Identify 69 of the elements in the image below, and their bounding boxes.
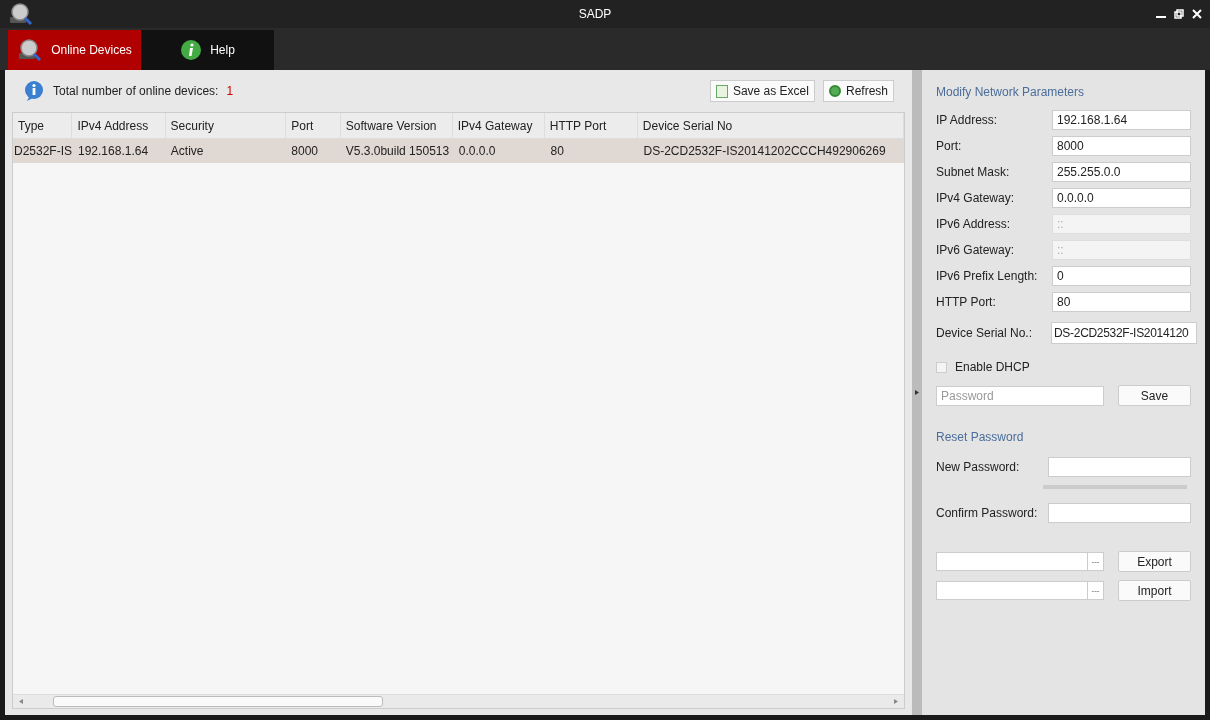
horizontal-scrollbar[interactable] bbox=[13, 694, 904, 708]
field-label: IPv4 Gateway: bbox=[936, 190, 1015, 207]
scroll-right-icon[interactable] bbox=[894, 699, 898, 704]
input-field[interactable] bbox=[1048, 457, 1191, 477]
table-cell-text: V5.3.0build 150513 bbox=[344, 143, 451, 160]
scrollbar-thumb[interactable] bbox=[53, 696, 383, 707]
close-icon[interactable] bbox=[1192, 9, 1202, 19]
table-row[interactable]: D2532F-IS 192.168.1.64 Active 8000 V5.3.0build 150513 0.0.0.0 80 DS-2CD2532F-IS20141202CCCH492906269 bbox=[13, 139, 904, 163]
file-button[interactable]: Import bbox=[1118, 580, 1191, 601]
table-cell-text: DS-2CD2532F-IS20141202CCCH492906269 bbox=[642, 143, 887, 160]
refresh-icon bbox=[828, 85, 841, 97]
checkbox[interactable] bbox=[936, 361, 947, 373]
input-field[interactable]: 80 bbox=[1052, 292, 1191, 312]
field-label: IPv6 Gateway: bbox=[936, 242, 1015, 259]
window-title: SADP bbox=[577, 6, 613, 23]
spreadsheet-icon bbox=[715, 84, 728, 98]
expand-icon[interactable] bbox=[915, 390, 919, 395]
tab[interactable]: Online Devices bbox=[8, 30, 141, 70]
table-cell-text: 80 bbox=[549, 143, 565, 160]
column-header[interactable]: Device Serial No bbox=[637, 113, 904, 138]
table-cell-text: 192.168.1.64 bbox=[77, 143, 150, 160]
input-field[interactable]: 255.255.0.0 bbox=[1052, 162, 1191, 182]
input-field[interactable]: 0 bbox=[1052, 266, 1191, 286]
toolbar-button[interactable]: Refresh bbox=[822, 80, 894, 102]
field-label: New Password: bbox=[936, 459, 1020, 476]
field-label: Subnet Mask: bbox=[936, 164, 1010, 181]
field-label: Device Serial No.: bbox=[936, 325, 1033, 342]
save-button[interactable]: Save bbox=[1118, 385, 1191, 406]
column-header[interactable]: Port bbox=[286, 113, 341, 138]
input-field[interactable]: 8000 bbox=[1052, 136, 1191, 156]
checkbox-label: Enable DHCP bbox=[955, 359, 1030, 376]
table-cell-text: 0.0.0.0 bbox=[457, 143, 497, 160]
app-logo-icon bbox=[8, 2, 34, 26]
column-header[interactable]: Software Version bbox=[340, 113, 453, 138]
file-button[interactable]: Export bbox=[1118, 551, 1191, 572]
column-header[interactable]: IPv4 Address bbox=[72, 113, 166, 138]
column-header[interactable]: HTTP Port bbox=[544, 113, 638, 138]
field-label: HTTP Port: bbox=[936, 294, 996, 311]
section-title: Modify Network Parameters bbox=[936, 84, 1086, 101]
column-header[interactable]: Security bbox=[165, 113, 287, 138]
info-icon bbox=[180, 39, 203, 61]
input-field[interactable] bbox=[1048, 503, 1191, 523]
column-header[interactable]: Type bbox=[13, 113, 73, 138]
tab[interactable]: Help bbox=[141, 30, 274, 70]
device-count-label: Total number of online devices: bbox=[53, 83, 219, 100]
browse-button[interactable]: --- bbox=[1087, 553, 1103, 570]
file-path-field[interactable]: --- bbox=[936, 581, 1104, 600]
scroll-left-icon[interactable] bbox=[19, 699, 23, 704]
browse-button[interactable]: --- bbox=[1087, 582, 1103, 599]
input-field[interactable]: 192.168.1.64 bbox=[1052, 110, 1191, 130]
field-label: IPv6 Address: bbox=[936, 216, 1011, 233]
info-icon bbox=[23, 80, 45, 102]
input-field[interactable]: DS-2CD2532F-IS2014120 bbox=[1051, 322, 1197, 344]
field-label: IP Address: bbox=[936, 112, 998, 129]
file-path-field[interactable]: --- bbox=[936, 552, 1104, 571]
field-label: IPv6 Prefix Length: bbox=[936, 268, 1038, 285]
table-cell-text: D2532F-IS bbox=[13, 143, 73, 160]
table-cell-text: Active bbox=[169, 143, 205, 160]
toolbar-button[interactable]: Save as Excel bbox=[709, 80, 815, 102]
column-header[interactable]: IPv4 Gateway bbox=[452, 113, 545, 138]
table-cell-text: 8000 bbox=[290, 143, 320, 160]
password-field[interactable]: Password bbox=[936, 385, 1104, 406]
field-label: Port: bbox=[936, 138, 962, 155]
section-title: Reset Password bbox=[936, 429, 1025, 446]
restore-icon[interactable] bbox=[1174, 9, 1184, 19]
device-count: 1 bbox=[226, 83, 234, 100]
magnifier-icon bbox=[17, 38, 44, 62]
input-field[interactable]: 0.0.0.0 bbox=[1052, 188, 1191, 208]
field-label: Confirm Password: bbox=[936, 505, 1038, 522]
